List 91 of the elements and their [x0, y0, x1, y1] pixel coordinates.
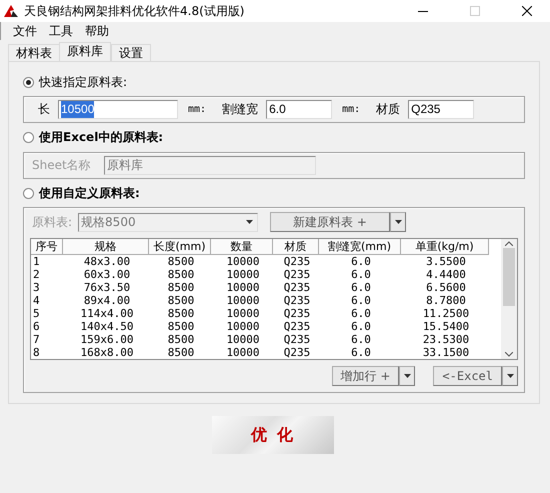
table-cell-text: 6.5600 [425, 281, 467, 294]
caret-icon [506, 374, 514, 378]
table-cell-text: 23.5300 [422, 333, 470, 346]
table-cell-text: 8.7800 [425, 294, 467, 307]
table-cell-text: 10000 [225, 307, 261, 320]
radio-label: 使用自定义原料表: [39, 184, 140, 202]
table-cell-text: 7 [32, 333, 41, 346]
table-cell-text: Q235 [282, 294, 312, 307]
table-cell-text: Q235 [282, 307, 312, 320]
table-cell-text: 8500 [166, 268, 196, 281]
table-cell-text: 8500 [166, 294, 196, 307]
caret-icon [394, 220, 402, 224]
table-cell-text: 8500 [166, 320, 196, 333]
table-cell-text: 10000 [225, 294, 261, 307]
table-cell-text: 8500 [166, 307, 196, 320]
table-cell-text: 11.2500 [422, 307, 470, 320]
dropdown-button[interactable] [390, 212, 406, 232]
input-field[interactable]: 10500 [58, 100, 178, 119]
table-cell-text: 3.5500 [425, 255, 467, 268]
table-cell-text: 1 [32, 255, 41, 268]
table-cell-text: 159x6.00 [80, 333, 134, 346]
unit-label: mm: [188, 104, 206, 115]
table-cell-text: 10000 [225, 333, 261, 346]
table-cell-text: 89x4.00 [82, 294, 132, 307]
window-title: 天良钢结构网架排料优化软件4.8(试用版) [24, 2, 246, 20]
table-cell-text: 8500 [166, 346, 196, 359]
table-cell-text: 6.0 [350, 333, 372, 346]
radio-button[interactable] [23, 76, 34, 88]
table-cell-text: 6.0 [350, 320, 372, 333]
table-cell-text: 15.5400 [422, 320, 470, 333]
table-cell-text: 6 [32, 320, 41, 333]
scroll-up-icon[interactable] [505, 241, 513, 246]
caret-icon [246, 220, 254, 224]
table-cell-text: 33.1500 [422, 346, 470, 359]
table-cell-text: Q235 [282, 268, 312, 281]
table-cell-text: 10000 [225, 255, 261, 268]
table-cell-text: 114x4.00 [80, 307, 134, 320]
menu-item[interactable]: 文件 [7, 22, 43, 40]
field-label: 材质 [376, 101, 400, 118]
optimize-button[interactable]: 优 化 [212, 416, 334, 454]
table-cell-text: Q235 [282, 281, 312, 294]
table-cell-text: Q235 [282, 255, 312, 268]
table-cell-text: 76x3.50 [82, 281, 132, 294]
table-cell-text: 6.0 [350, 307, 372, 320]
menu-item[interactable]: 帮助 [79, 22, 115, 40]
table-cell-text: 10000 [225, 281, 261, 294]
field-label: 割缝宽 [222, 101, 258, 118]
minimize-icon[interactable] [418, 10, 428, 12]
table-cell-text: 140x4.50 [80, 320, 134, 333]
close-icon[interactable] [522, 6, 532, 16]
table-cell-text: 6.0 [350, 255, 372, 268]
radio-label: 使用Excel中的原料表: [39, 129, 164, 146]
dropdown-button[interactable] [502, 366, 518, 386]
table-cell-text: 10000 [225, 268, 261, 281]
table-cell-text: 10000 [225, 320, 261, 333]
tab[interactable]: 材料表 [8, 44, 60, 61]
table-cell-text: 10000 [225, 346, 261, 359]
tab[interactable]: 原料库 [59, 42, 111, 61]
tab[interactable]: 设置 [111, 44, 151, 61]
table-cell-text: 6.0 [350, 281, 372, 294]
table-cell-text: 6.0 [350, 346, 372, 359]
table-label: 原料表: [32, 214, 72, 230]
table-cell-text: Q235 [282, 320, 312, 333]
table-cell-text: 8500 [166, 333, 196, 346]
table-cell-text: 60x3.00 [82, 268, 132, 281]
field-label: 长 [38, 101, 50, 118]
scrollbar[interactable] [501, 239, 517, 359]
table-cell-text: 8 [32, 346, 41, 359]
table-cell-text: 4 [32, 294, 41, 307]
scroll-down-icon[interactable] [505, 352, 513, 357]
radio-label: 快速指定原料表: [39, 74, 128, 90]
dropdown-button[interactable] [399, 366, 416, 386]
table-cell-text: 8500 [166, 281, 196, 294]
table-cell-text: 48x3.00 [82, 255, 132, 268]
table-cell-text: 4.4400 [425, 268, 467, 281]
unit-label: mm: [342, 104, 360, 115]
table-cell-text: 168x8.00 [80, 346, 134, 359]
table-cell-text: 8500 [166, 255, 196, 268]
sheet-label: Sheet名称 [32, 156, 92, 174]
table-cell-text: Q235 [282, 346, 312, 359]
table-cell-text: 6.0 [350, 294, 372, 307]
input-field[interactable]: 6.0 [266, 100, 332, 119]
caret-icon [404, 374, 411, 378]
table-cell-text: 3 [32, 281, 41, 294]
table-cell-text: 2 [32, 268, 41, 281]
table-cell-text: 5 [32, 307, 41, 320]
menu-item[interactable]: 工具 [43, 22, 79, 40]
table-cell-text: Q235 [282, 333, 312, 346]
input-field[interactable]: Q235 [408, 100, 474, 119]
table-cell-text: 6.0 [350, 268, 372, 281]
logo-icon [4, 5, 18, 17]
